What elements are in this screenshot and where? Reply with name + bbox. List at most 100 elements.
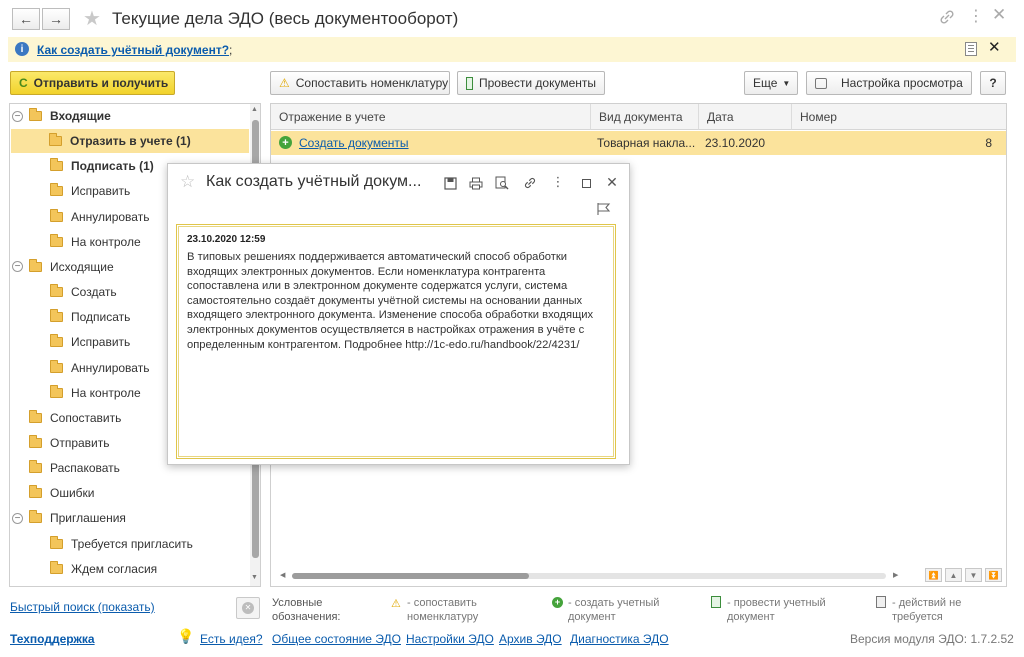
folder-icon: [49, 133, 62, 147]
tree-item-label: Исправить: [71, 335, 131, 350]
tree-item-label: Приглашения: [50, 511, 126, 526]
folder-icon: [29, 460, 42, 474]
help-link[interactable]: Как создать учётный документ?: [37, 43, 229, 57]
tree-item-label: Аннулировать: [71, 209, 150, 224]
folder-icon: [29, 258, 42, 272]
scroll-next-button[interactable]: ▼: [965, 568, 982, 582]
tree-item[interactable]: Ждем согласия: [12, 557, 248, 581]
legend-no-action-icon: [876, 596, 886, 608]
tree-item-label: Сопоставить: [50, 410, 122, 425]
tree-item[interactable]: Требуется пригласить: [12, 532, 248, 556]
tree-item[interactable]: − Входящие: [12, 104, 248, 128]
edo-archive-link[interactable]: Архив ЭДО: [499, 632, 562, 646]
more-button[interactable]: Еще ▼: [744, 71, 798, 95]
folder-icon: [29, 434, 42, 448]
warning-icon: ⚠: [279, 76, 290, 90]
support-link[interactable]: Техподдержка: [10, 632, 95, 646]
folder-icon: [50, 560, 63, 574]
dropdown-arrow-icon: ▼: [782, 78, 791, 88]
column-header-date[interactable]: Дата: [699, 104, 792, 130]
settings-icon: [815, 77, 827, 89]
tree-item-label: Распаковать: [50, 461, 120, 476]
scroll-first-button[interactable]: ⏫: [925, 568, 942, 582]
cell-date: 23.10.2020: [705, 136, 766, 150]
collapse-toggle-icon[interactable]: −: [12, 261, 23, 273]
quick-search-link[interactable]: Быстрый поиск (показать): [10, 600, 155, 614]
tree-item-label: Входящие: [50, 109, 111, 123]
save-icon[interactable]: [442, 175, 458, 191]
collapse-toggle-icon[interactable]: −: [12, 512, 23, 524]
tree-item-label: Подписать (1): [71, 159, 154, 174]
message-frame: 23.10.2020 12:59 В типовых решениях подд…: [176, 224, 616, 459]
edo-status-link[interactable]: Общее состояние ЭДО: [272, 632, 401, 646]
popup-star-icon[interactable]: ☆: [180, 172, 195, 192]
folder-icon: [50, 183, 63, 197]
post-documents-button[interactable]: Провести документы: [457, 71, 605, 95]
close-window-icon[interactable]: ✕: [992, 5, 1006, 25]
view-settings-button[interactable]: Настройка просмотра: [806, 71, 972, 95]
tree-item-label: Исправить: [71, 184, 131, 199]
folder-icon: [50, 233, 63, 247]
edo-diagnostics-link[interactable]: Диагностика ЭДО: [570, 632, 669, 646]
print-icon[interactable]: [468, 175, 484, 191]
idea-link[interactable]: Есть идея?: [200, 632, 263, 646]
forward-button[interactable]: →: [42, 8, 70, 30]
favorite-star-icon[interactable]: ★: [83, 6, 101, 31]
back-button[interactable]: ←: [12, 8, 40, 30]
legend-create: - создать учетный документ: [568, 597, 660, 623]
refresh-icon: C: [19, 76, 28, 90]
window-title: Текущие дела ЭДО (весь документооборот): [112, 9, 459, 28]
folder-icon: [50, 309, 63, 323]
scroll-up-icon[interactable]: ▲: [251, 106, 258, 113]
scroll-left-icon[interactable]: ◀: [280, 571, 285, 579]
cell-number: 8: [985, 136, 992, 150]
legend-warning-icon: ⚠: [391, 598, 401, 610]
scroll-right-icon[interactable]: ▶: [893, 571, 898, 579]
scroll-prev-button[interactable]: ▲: [945, 568, 962, 582]
folder-icon: [50, 158, 63, 172]
tree-item-label: Ждем согласия: [71, 561, 158, 576]
legend-no-action: - действий не требуется: [892, 597, 962, 623]
tree-item[interactable]: Ошибки: [12, 481, 248, 505]
tree-item-label: Создать: [71, 285, 117, 300]
arrow-right-icon: →: [49, 11, 63, 27]
column-header-number[interactable]: Номер: [792, 104, 1006, 130]
send-receive-button[interactable]: C Отправить и получить: [10, 71, 175, 95]
scroll-down-icon[interactable]: ▼: [251, 574, 258, 581]
folder-icon: [29, 510, 42, 524]
lightbulb-icon: 💡: [177, 628, 195, 644]
popup-title: Как создать учётный докум...: [206, 173, 422, 190]
folder-icon: [29, 485, 42, 499]
tree-item-label: На контроле: [71, 385, 141, 400]
info-icon: i: [15, 42, 29, 56]
popup-close-icon[interactable]: ✕: [604, 174, 620, 190]
folder-icon: [50, 284, 63, 298]
folder-icon: [50, 535, 63, 549]
link-icon[interactable]: [938, 8, 956, 26]
help-button[interactable]: ?: [980, 71, 1006, 95]
tree-item-label: Ошибки: [50, 486, 95, 501]
post-document-icon: [466, 76, 473, 90]
clear-search-button[interactable]: ✕: [236, 597, 260, 619]
edo-settings-link[interactable]: Настройки ЭДО: [406, 632, 494, 646]
create-documents-link[interactable]: Создать документы: [299, 136, 409, 150]
collapse-toggle-icon[interactable]: −: [12, 110, 23, 122]
tree-item[interactable]: − Приглашения: [12, 506, 248, 530]
close-help-icon[interactable]: ✕: [988, 38, 1001, 56]
maximize-icon[interactable]: [578, 175, 594, 191]
flag-icon[interactable]: [596, 202, 612, 216]
document-icon[interactable]: [965, 42, 977, 56]
legend-create-icon: +: [552, 597, 563, 608]
match-nomenclature-button[interactable]: ⚠ Сопоставить номенклатуру: [270, 71, 450, 95]
more-vertical-icon[interactable]: ⋮: [968, 6, 984, 26]
create-document-icon: +: [279, 136, 292, 149]
popup-more-icon[interactable]: ⋮: [550, 174, 566, 190]
column-header-reflection[interactable]: Отражение в учете: [271, 104, 591, 130]
message-timestamp: 23.10.2020 12:59: [187, 234, 266, 245]
popup-link-icon[interactable]: [522, 175, 538, 191]
tree-item[interactable]: Отразить в учете (1): [11, 129, 249, 154]
scroll-last-button[interactable]: ⏬: [985, 568, 1002, 582]
column-header-doc-type[interactable]: Вид документа: [591, 104, 699, 130]
preview-icon[interactable]: [494, 175, 510, 191]
table-hscrollbar-thumb[interactable]: [292, 573, 529, 579]
